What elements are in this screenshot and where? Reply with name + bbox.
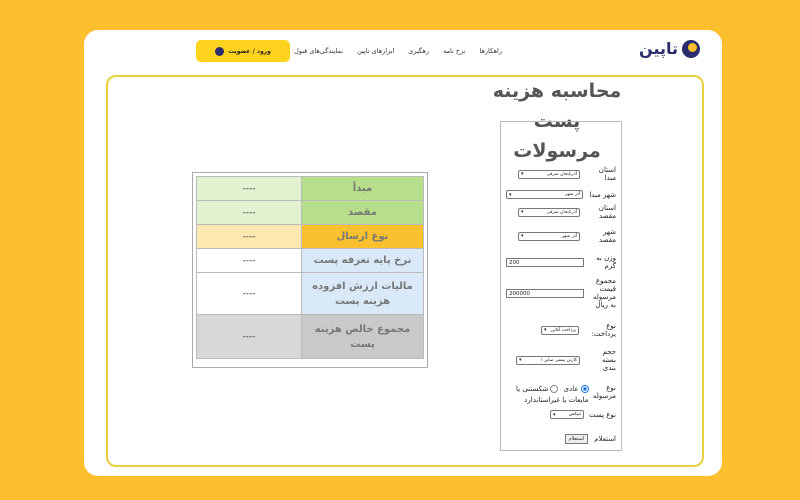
result-value: ----: [196, 314, 302, 359]
origin-city-row: شهر مبدا آذر شهر ▾: [506, 190, 616, 199]
parcel-type-label: نوع مرسوله: [593, 384, 616, 400]
origin-province-select[interactable]: آذربایجان شرقی ▾: [518, 169, 580, 179]
result-panel: مبدأ ---- مقصد ---- نوع ارسال ---- نرخ پایه تع…: [192, 172, 428, 368]
chevron-down-icon: ▾: [521, 233, 524, 239]
table-row: نوع ارسال ----: [196, 224, 424, 249]
result-label: مقصد: [301, 200, 424, 225]
nav-agencies[interactable]: نمایندگی‌های قبول: [294, 47, 343, 55]
user-icon: [215, 46, 225, 56]
origin-city-select[interactable]: آذر شهر ▾: [506, 190, 584, 199]
site-logo[interactable]: تاپین: [639, 39, 700, 58]
packaging-label: حجم بسته بندی: [601, 348, 616, 372]
browser-window: تاپین راهکارها نرخ نامه رهگیری ابزارهای …: [84, 30, 722, 476]
dest-city-label: شهر مقصد: [598, 228, 616, 244]
table-row: مبدأ ----: [196, 176, 424, 201]
nav-tracking[interactable]: رهگیری: [408, 47, 429, 55]
submit-button[interactable]: استعلام: [564, 434, 589, 444]
result-value: ----: [196, 272, 302, 315]
result-label: نرخ پایه تعرفه پست: [301, 248, 424, 273]
result-value: ----: [196, 248, 302, 273]
logo-icon: [682, 39, 700, 58]
nav-tools[interactable]: ابزارهای تاپین: [357, 47, 394, 55]
table-row: مالیات ارزش افزوده هزینه پست ----: [196, 272, 424, 315]
result-label: مجموع خالص هزینه پست: [301, 314, 424, 359]
post-type-select[interactable]: تیپکس ▾: [550, 410, 584, 419]
value-row: مجموع قیمت مرسوله به ریال 200000: [506, 277, 616, 309]
post-type-label: نوع پست: [588, 410, 616, 419]
payment-select[interactable]: پرداخت آنلاین ▾: [541, 325, 579, 335]
dest-province-label: استان مقصد: [598, 204, 616, 220]
chevron-down-icon: ▾: [521, 209, 524, 215]
chevron-down-icon: ▾: [544, 327, 547, 333]
logo-text: تاپین: [639, 39, 678, 58]
table-row: مقصد ----: [196, 200, 424, 225]
payment-label: نوع پرداخت:: [591, 322, 616, 338]
table-row: مجموع خالص هزینه پست ----: [196, 314, 424, 359]
calculator-form: استان مبدا آذربایجان شرقی ▾ شهر مبدا آذر …: [500, 121, 622, 451]
origin-province-row: استان مبدا آذربایجان شرقی ▾: [506, 166, 616, 182]
nav-solutions[interactable]: راهکارها: [480, 47, 503, 55]
payment-row: نوع پرداخت: پرداخت آنلاین ▾: [506, 322, 616, 338]
result-label: مالیات ارزش افزوده هزینه پست: [301, 272, 424, 315]
result-table: مبدأ ---- مقصد ---- نوع ارسال ---- نرخ پایه تع…: [196, 176, 424, 359]
table-row: نرخ پایه تعرفه پست ----: [196, 248, 424, 273]
dest-province-row: استان مقصد آذربایجان شرقی ▾: [506, 204, 616, 220]
packaging-row: حجم بسته بندی کارتن پستی سایز ۱ ▾: [506, 348, 616, 372]
value-label: مجموع قیمت مرسوله به ریال: [593, 277, 616, 309]
site-header: تاپین راهکارها نرخ نامه رهگیری ابزارهای …: [84, 30, 722, 74]
submit-row: استعلام استعلام: [506, 434, 616, 444]
result-label: مبدأ: [301, 176, 424, 201]
post-type-row: نوع پست تیپکس ▾: [506, 410, 616, 419]
packaging-select[interactable]: کارتن پستی سایز ۱ ▾: [516, 355, 580, 365]
dest-city-select[interactable]: آذر شهر ▾: [518, 231, 580, 241]
origin-city-label: شهر مبدا: [589, 190, 616, 199]
result-label: نوع ارسال: [301, 224, 424, 249]
value-input[interactable]: 200000: [506, 288, 584, 298]
parcel-type-options: عادی شکستنی یا مایعات یا غیراستاندارد: [506, 384, 589, 406]
result-value: ----: [196, 224, 302, 249]
radio-normal-label: عادی: [563, 385, 579, 393]
origin-province-label: استان مبدا: [598, 166, 616, 182]
result-value: ----: [196, 200, 302, 225]
chevron-down-icon: ▾: [519, 357, 522, 363]
main-nav: راهکارها نرخ نامه رهگیری ابزارهای تاپین …: [294, 47, 502, 55]
radio-normal[interactable]: [580, 385, 589, 393]
nav-rates[interactable]: نرخ نامه: [443, 47, 465, 55]
weight-row: وزن به گرم 200: [506, 254, 616, 270]
parcel-type-row: نوع مرسوله عادی شکستنی یا مایعات یا غیرا…: [506, 384, 616, 406]
dest-city-row: شهر مقصد آذر شهر ▾: [506, 228, 616, 244]
weight-label: وزن به گرم: [596, 254, 616, 270]
chevron-down-icon: ▾: [553, 411, 556, 418]
login-button[interactable]: ورود / عضویت: [196, 40, 290, 62]
chevron-down-icon: ▾: [521, 171, 524, 177]
result-value: ----: [196, 176, 302, 201]
submit-hint: استعلام: [594, 435, 616, 443]
chevron-down-icon: ▾: [509, 191, 512, 198]
radio-fragile[interactable]: [550, 385, 559, 393]
login-label: ورود / عضویت: [228, 47, 271, 55]
dest-province-select[interactable]: آذربایجان شرقی ▾: [518, 207, 580, 217]
weight-input[interactable]: 200: [506, 257, 584, 267]
